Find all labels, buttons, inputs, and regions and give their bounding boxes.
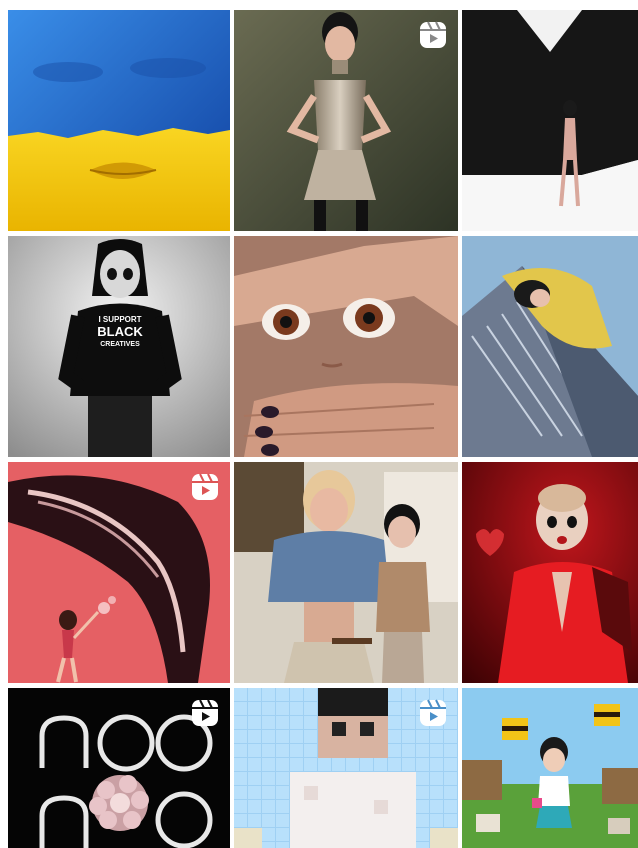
post-tile-white-room[interactable]	[462, 10, 638, 231]
post-tile-minecraft[interactable]	[462, 688, 638, 848]
post-tile-metallic-dress[interactable]	[234, 10, 458, 231]
post-tile-skyscraper[interactable]	[462, 236, 638, 457]
post-image	[234, 236, 458, 457]
reels-icon	[190, 698, 220, 728]
reels-icon	[190, 472, 220, 502]
post-tile-pixelated[interactable]	[234, 688, 458, 848]
hoodie-text-2: BLACK	[97, 324, 143, 339]
reels-icon	[418, 698, 448, 728]
post-image	[462, 236, 638, 457]
post-image: I SUPPORT BLACK CREATIVES	[8, 236, 230, 457]
post-tile-ukraine-flag-face[interactable]	[8, 10, 230, 231]
post-image	[462, 462, 638, 683]
post-tile-red-suit[interactable]	[462, 462, 638, 683]
post-image	[234, 462, 458, 683]
post-image	[8, 10, 230, 231]
hoodie-text-1: I SUPPORT	[98, 315, 141, 324]
reels-icon	[418, 20, 448, 50]
hoodie-text-3: CREATIVES	[100, 341, 140, 348]
post-image	[462, 10, 638, 231]
post-tile-hand-frame[interactable]	[234, 236, 458, 457]
profile-post-grid: I SUPPORT BLACK CREATIVES	[8, 10, 638, 848]
post-tile-whale[interactable]	[8, 462, 230, 683]
post-image	[462, 688, 638, 848]
post-tile-logo-flower[interactable]	[8, 688, 230, 848]
post-tile-black-hoodie[interactable]: I SUPPORT BLACK CREATIVES	[8, 236, 230, 457]
post-tile-with-friend[interactable]	[234, 462, 458, 683]
